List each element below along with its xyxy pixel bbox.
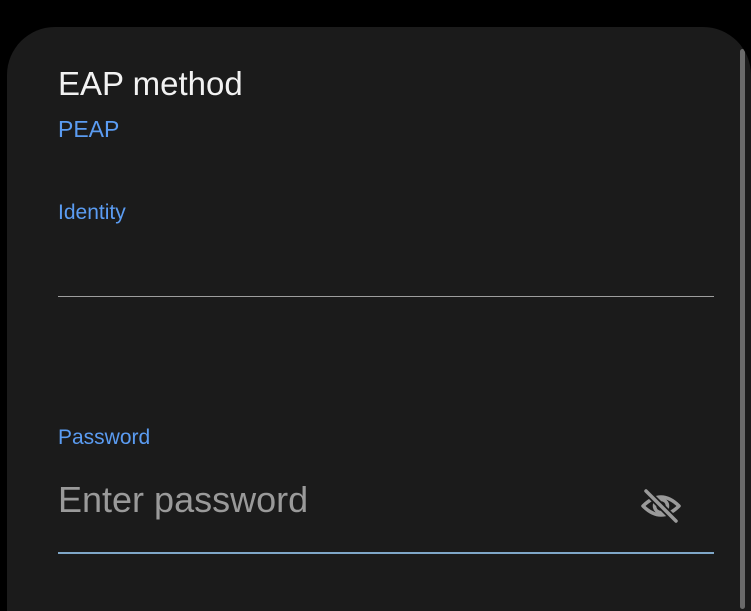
password-underline — [58, 552, 714, 554]
identity-input[interactable] — [58, 239, 713, 295]
password-label: Password — [58, 426, 151, 449]
show-password-toggle[interactable] — [637, 484, 685, 528]
eap-settings-sheet: EAP method PEAP Identity Password — [7, 27, 751, 611]
eap-method-value[interactable]: PEAP — [58, 116, 119, 143]
eap-method-title[interactable]: EAP method — [58, 65, 243, 103]
eye-off-icon — [641, 488, 681, 524]
password-input[interactable] — [58, 475, 618, 525]
identity-underline — [58, 296, 714, 297]
scrollbar[interactable] — [740, 49, 745, 609]
identity-label: Identity — [58, 201, 126, 224]
